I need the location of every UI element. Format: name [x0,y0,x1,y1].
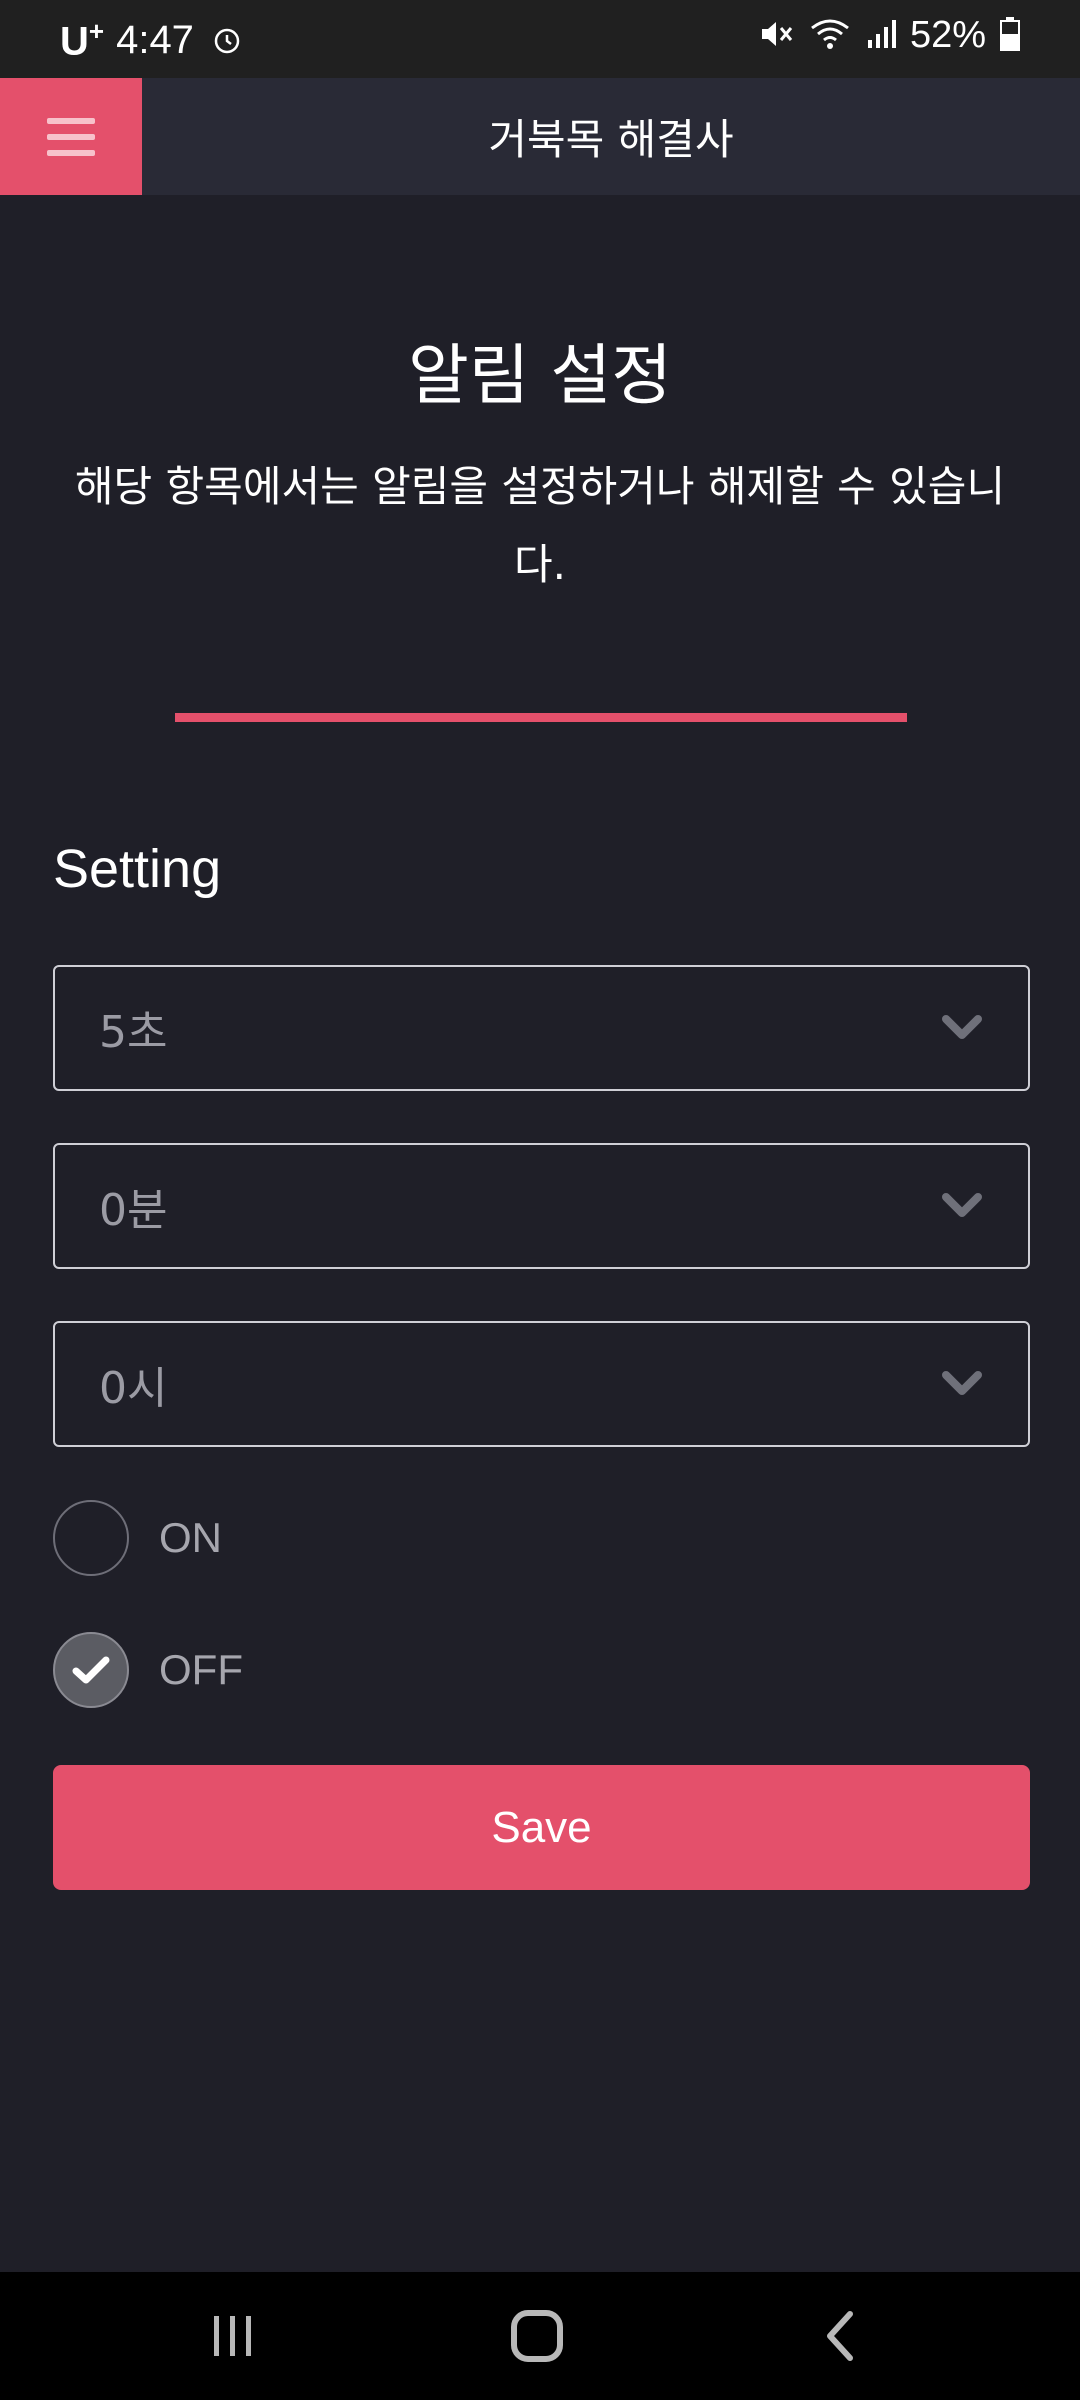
hamburger-menu-icon [47,117,95,156]
signal-icon [866,18,896,54]
app-header: 거북목 해결사 [0,78,1080,195]
wifi-icon [808,16,852,56]
back-button[interactable] [810,2306,870,2366]
carrier-label: U+ [60,16,105,64]
status-left: U+ 4:47 [60,16,242,64]
menu-button[interactable] [0,78,142,195]
page-title: 알림 설정 [408,337,672,414]
chevron-down-icon [940,1009,984,1049]
home-button[interactable] [507,2306,567,2366]
app-title: 거북목 해결사 [488,115,734,164]
minutes-select-value: 0분 [99,1185,168,1236]
hours-select[interactable]: 0시 [53,1321,1030,1447]
navigation-bar [0,2272,1080,2400]
clock: 4:47 [116,17,194,62]
battery-icon [1000,16,1020,55]
home-icon [511,2310,563,2362]
hours-select-value: 0시 [99,1363,168,1414]
radio-off[interactable] [53,1632,129,1708]
radio-off-row[interactable]: OFF [53,1632,243,1708]
back-icon [827,2311,853,2361]
radio-on-label: ON [159,1514,222,1561]
minutes-select[interactable]: 0분 [53,1143,1030,1269]
status-right: 52% [758,14,1020,57]
divider [175,713,907,722]
alarm-clock-icon [212,25,242,55]
seconds-select-value: 5초 [99,1007,168,1058]
status-bar: U+ 4:47 52% [0,0,1080,78]
screen: U+ 4:47 52% 거북목 해결사 알림 설정 해당 항목에서는 알림을 설… [0,0,1080,2400]
radio-on-row[interactable]: ON [53,1500,222,1576]
chevron-down-icon [940,1187,984,1227]
chevron-down-icon [940,1365,984,1405]
section-label: Setting [53,839,222,899]
page-description: 해당 항목에서는 알림을 설정하거나 해제할 수 있습니다. [74,462,1006,589]
recent-apps-button[interactable] [203,2306,263,2366]
save-button[interactable]: Save [53,1765,1030,1890]
recent-apps-icon [214,2316,251,2356]
battery-percent: 52% [909,14,986,56]
mute-icon [758,16,794,56]
seconds-select[interactable]: 5초 [53,965,1030,1091]
radio-on[interactable] [53,1500,129,1576]
radio-off-label: OFF [159,1646,243,1693]
checkmark-icon [72,1656,110,1684]
